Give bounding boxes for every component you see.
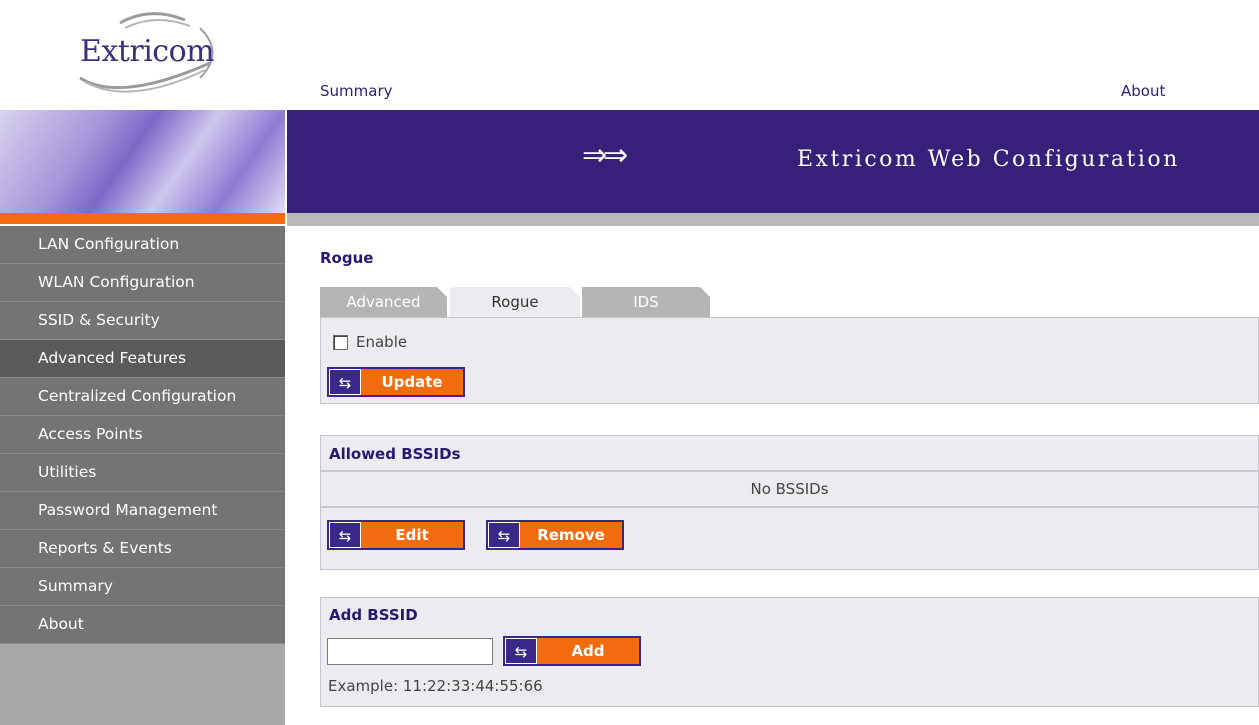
allowed-bssids-title: Allowed BSSIDs bbox=[321, 436, 1258, 472]
tab-ids[interactable]: IDS bbox=[582, 287, 710, 317]
add-button[interactable]: ⇆ Add bbox=[503, 636, 641, 666]
sidebar-item-advanced-features[interactable]: Advanced Features bbox=[0, 340, 285, 378]
sidebar-item-access-points[interactable]: Access Points bbox=[0, 416, 285, 454]
top-link-about[interactable]: About bbox=[1121, 82, 1165, 100]
banner-accent-bar bbox=[0, 213, 285, 224]
edit-button[interactable]: ⇆ Edit bbox=[327, 520, 465, 550]
banner: ⇒⇒ Extricom Web Configuration bbox=[287, 110, 1259, 213]
remove-button[interactable]: ⇆ Remove bbox=[486, 520, 624, 550]
sidebar-item-lan-configuration[interactable]: LAN Configuration bbox=[0, 226, 285, 264]
refresh-icon: ⇆ bbox=[488, 522, 520, 548]
rogue-settings-panel: Enable ⇆ Update bbox=[320, 317, 1259, 404]
allowed-bssids-panel: Allowed BSSIDs No BSSIDs ⇆ Edit ⇆ Remove bbox=[320, 435, 1259, 570]
top-link-summary[interactable]: Summary bbox=[320, 82, 393, 100]
logo-text: Extricom bbox=[80, 34, 215, 69]
add-bssid-panel: Add BSSID ⇆ Add Example: 11:22:33:44:55:… bbox=[320, 597, 1259, 707]
add-button-label: Add bbox=[537, 638, 639, 664]
sidebar-nav: LAN Configuration WLAN Configuration SSI… bbox=[0, 226, 285, 644]
enable-label: Enable bbox=[356, 333, 408, 351]
double-arrow-icon: ⇒⇒ bbox=[582, 138, 628, 173]
banner-image bbox=[0, 110, 285, 213]
sidebar-item-wlan-configuration[interactable]: WLAN Configuration bbox=[0, 264, 285, 302]
enable-row: Enable bbox=[333, 333, 407, 351]
bssid-example-text: Example: 11:22:33:44:55:66 bbox=[328, 677, 543, 695]
sidebar-item-ssid-security[interactable]: SSID & Security bbox=[0, 302, 285, 340]
sidebar-item-reports-events[interactable]: Reports & Events bbox=[0, 530, 285, 568]
update-button[interactable]: ⇆ Update bbox=[327, 367, 465, 397]
tab-rogue[interactable]: Rogue bbox=[450, 287, 580, 317]
sidebar-item-password-management[interactable]: Password Management bbox=[0, 492, 285, 530]
sidebar-item-summary[interactable]: Summary bbox=[0, 568, 285, 606]
refresh-icon: ⇆ bbox=[505, 638, 537, 664]
remove-button-label: Remove bbox=[520, 522, 622, 548]
banner-title: Extricom Web Configuration bbox=[797, 147, 1180, 172]
page-title: Rogue bbox=[320, 249, 374, 267]
sidebar: LAN Configuration WLAN Configuration SSI… bbox=[0, 226, 285, 725]
enable-checkbox[interactable] bbox=[333, 334, 348, 350]
add-bssid-title: Add BSSID bbox=[329, 606, 418, 624]
refresh-icon: ⇆ bbox=[329, 369, 361, 395]
refresh-icon: ⇆ bbox=[329, 522, 361, 548]
sidebar-item-centralized-configuration[interactable]: Centralized Configuration bbox=[0, 378, 285, 416]
extricom-logo: Extricom bbox=[60, 8, 230, 98]
edit-button-label: Edit bbox=[361, 522, 463, 548]
bssid-input[interactable] bbox=[327, 638, 493, 665]
sidebar-item-utilities[interactable]: Utilities bbox=[0, 454, 285, 492]
banner-divider bbox=[287, 213, 1259, 226]
tab-advanced[interactable]: Advanced bbox=[320, 287, 447, 317]
update-button-label: Update bbox=[361, 369, 463, 395]
sidebar-item-about[interactable]: About bbox=[0, 606, 285, 644]
empty-bssid-message: No BSSIDs bbox=[321, 472, 1258, 508]
